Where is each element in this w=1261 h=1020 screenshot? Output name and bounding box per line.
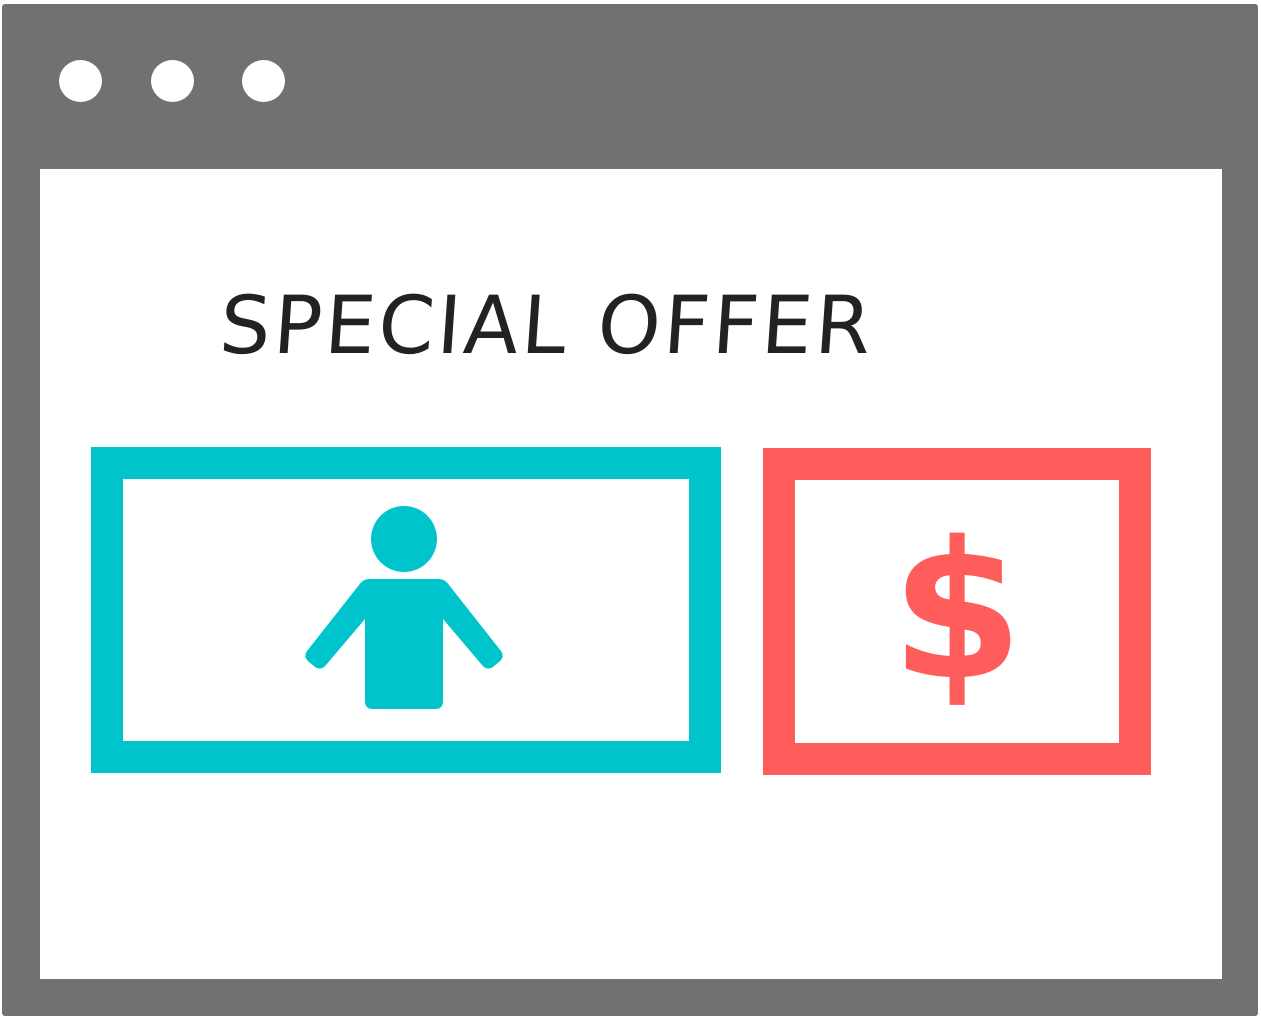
special-offer-title: SPECIAL OFFER bbox=[216, 279, 878, 372]
person-icon bbox=[305, 506, 503, 709]
window-dot-3[interactable] bbox=[242, 60, 285, 102]
window-dot-2[interactable] bbox=[151, 60, 194, 102]
dollar-sign: $ bbox=[890, 501, 1024, 722]
price-tile: $ bbox=[763, 448, 1151, 775]
page-content: SPECIAL OFFER $ bbox=[40, 169, 1222, 979]
window-dot-1[interactable] bbox=[59, 60, 102, 102]
person-tile bbox=[91, 447, 721, 773]
browser-window: SPECIAL OFFER $ bbox=[2, 4, 1258, 1016]
window-titlebar bbox=[2, 4, 1258, 168]
